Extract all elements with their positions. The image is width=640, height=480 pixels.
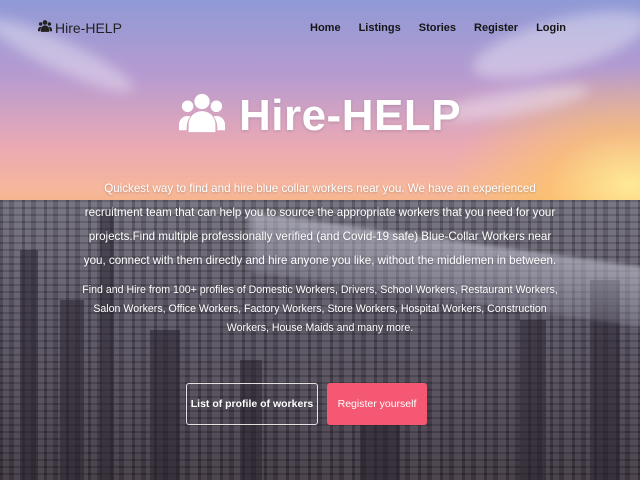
hero-tagline: Quickest way to find and hire blue colla…: [83, 182, 557, 267]
building: [20, 250, 38, 480]
brand-name: Hire-HELP: [55, 19, 122, 36]
register-yourself-button[interactable]: Register yourself: [327, 383, 427, 425]
nav-link-listings[interactable]: Listings: [359, 22, 401, 34]
users-icon: [38, 19, 52, 36]
brand-logo[interactable]: Hire-HELP: [38, 19, 122, 36]
building: [60, 300, 84, 480]
list-profiles-button[interactable]: List of profile of workers: [186, 383, 318, 425]
nav-link-login[interactable]: Login: [536, 22, 566, 34]
nav-menu: Home Listings Stories Register Login: [310, 22, 566, 34]
hero-title: Hire-HELP: [0, 90, 640, 141]
hero-title-text: Hire-HELP: [238, 90, 462, 140]
building: [150, 330, 180, 480]
navbar: Hire-HELP Home Listings Stories Register…: [0, 0, 640, 58]
nav-link-register[interactable]: Register: [474, 22, 518, 34]
nav-link-stories[interactable]: Stories: [419, 22, 456, 34]
building: [520, 320, 546, 480]
hero-profiles-text: Find and Hire from 100+ profiles of Dome…: [82, 284, 558, 334]
users-icon: [178, 90, 225, 141]
nav-link-home[interactable]: Home: [310, 22, 341, 34]
